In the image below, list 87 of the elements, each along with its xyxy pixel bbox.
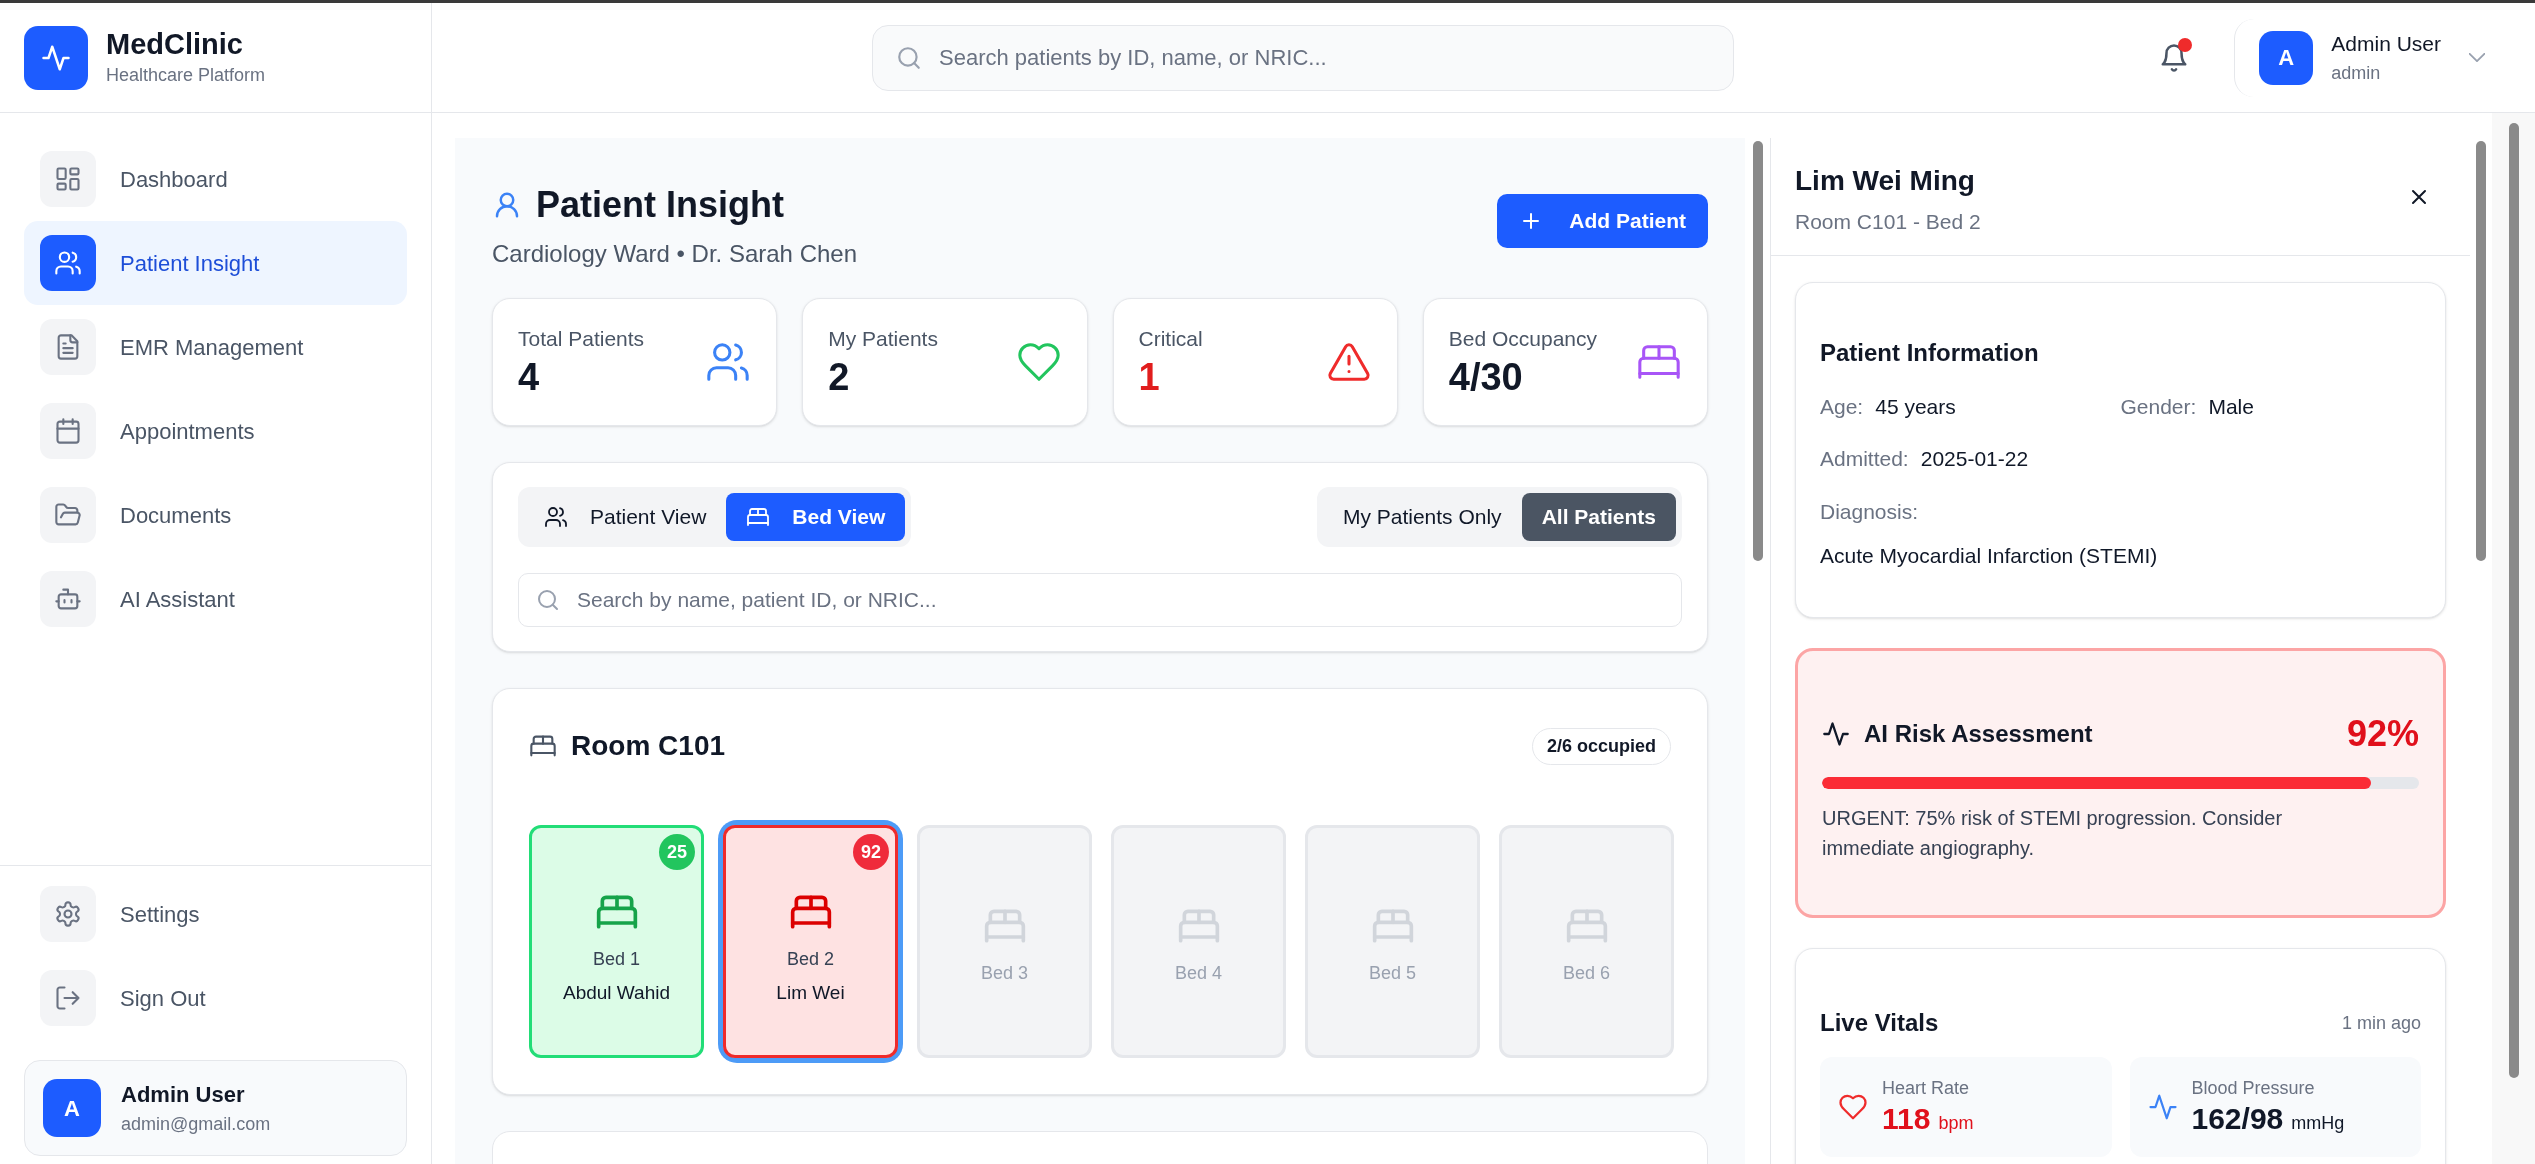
user-name: Admin User: [121, 1081, 246, 1109]
section-title: Live Vitals: [1820, 1008, 1939, 1038]
users-icon: [54, 249, 82, 277]
bed-label: Bed 1: [592, 948, 640, 971]
scrollbar[interactable]: [2508, 123, 2519, 1078]
patient-name: Abdul Wahid: [563, 981, 670, 1005]
search-field[interactable]: Search patients by ID, name, or NRIC...: [872, 24, 1734, 91]
scrollbar[interactable]: [2476, 141, 2486, 561]
filter-tab[interactable]: My Patients Only: [1322, 493, 1522, 541]
bed-card[interactable]: 92 Bed 2 Lim Wei: [723, 825, 898, 1058]
bed-label: Bed 4: [1174, 962, 1222, 985]
risk-note: URGENT: 75% risk of STEMI progression. Consider immediate angiography.: [1822, 806, 2284, 861]
vital-value: 118: [1882, 1100, 1931, 1137]
filter-tab[interactable]: All Patients: [1521, 493, 1676, 541]
app-name: MedClinic: [106, 26, 244, 62]
bed-label: Bed 3: [980, 962, 1028, 985]
field-value: Male: [2208, 394, 2254, 420]
sign-out-icon: [54, 984, 82, 1012]
updated-time: 1 min ago: [2341, 1011, 2421, 1035]
field-value: 45 years: [1875, 394, 1956, 420]
sidebar-item[interactable]: Settings: [24, 886, 407, 942]
risk-score-badge: 25: [659, 834, 695, 870]
page-subtitle: Cardiology Ward • Dr. Sarah Chen: [492, 239, 857, 269]
bed-label: Bed 5: [1368, 962, 1416, 985]
sidebar-item[interactable]: Dashboard: [24, 137, 407, 221]
settings-icon: [54, 900, 82, 928]
user-role: admin: [2331, 61, 2381, 85]
calendar-icon: [54, 417, 82, 445]
users-icon: [544, 505, 568, 529]
pulse-icon: [2147, 1092, 2178, 1122]
dashboard-icon: [54, 165, 82, 193]
user-card[interactable]: A Admin User admin@gmail.com: [24, 1060, 407, 1156]
search-icon: [896, 44, 922, 71]
avatar: A: [2259, 30, 2314, 85]
add-patient-button[interactable]: Add Patient: [1497, 194, 1708, 248]
bed-label: Bed 6: [1562, 962, 1610, 985]
search-icon: [536, 588, 560, 612]
user-name: Admin User: [2331, 31, 2441, 58]
page-title: Patient Insight: [536, 183, 784, 227]
pulse-icon: [1822, 720, 1850, 748]
stat-value: 1: [1138, 355, 1161, 400]
sidebar-item[interactable]: Sign Out: [24, 970, 407, 1026]
field-label: Age:: [1820, 394, 1864, 420]
stat-label: Critical: [1138, 325, 1203, 352]
sidebar-item[interactable]: Documents: [24, 473, 407, 557]
stat-label: My Patients: [828, 325, 938, 352]
heart-icon: [1838, 1092, 1868, 1122]
view-tab[interactable]: Patient View: [524, 493, 727, 541]
patient-name: Lim Wei Ming: [1795, 164, 1976, 198]
bed-card[interactable]: 25 Bed 1 Abdul Wahid: [529, 825, 704, 1058]
stat-value: 2: [828, 355, 851, 400]
search-field[interactable]: Search by name, patient ID, or NRIC...: [518, 573, 1682, 627]
sidebar-item[interactable]: Patient Insight: [24, 221, 407, 305]
scrollbar[interactable]: [1752, 141, 1763, 561]
sidebar-item[interactable]: Appointments: [24, 389, 407, 473]
stat-value: 4/30: [1448, 355, 1524, 400]
app-tagline: Healthcare Platform: [106, 64, 266, 88]
pulse-icon: [41, 42, 71, 73]
patient-name: Lim Wei: [776, 981, 845, 1005]
vital-unit: mmHg: [2291, 1111, 2345, 1135]
bed-label: Bed 2: [786, 948, 834, 971]
vital-label: Heart Rate: [1882, 1077, 1971, 1100]
sidebar-item[interactable]: EMR Management: [24, 305, 407, 389]
field-label: Gender:: [2120, 394, 2197, 420]
stat-value: 4: [518, 355, 541, 400]
bed-icon: [746, 505, 771, 529]
section-title: Patient Information: [1820, 338, 2040, 368]
avatar: A: [43, 1079, 101, 1137]
stat-label: Total Patients: [518, 325, 645, 352]
diagnosis: Acute Myocardial Infarction (STEMI): [1820, 542, 2159, 569]
section-title: AI Risk Assessment: [1864, 719, 2093, 749]
risk-score-badge: 92: [853, 834, 889, 870]
stat-label: Bed Occupancy: [1448, 325, 1597, 352]
field-label: Diagnosis:: [1820, 499, 1920, 525]
field-label: Admitted:: [1820, 445, 1909, 472]
vital-label: Blood Pressure: [2191, 1077, 2316, 1100]
chevron-down-icon: [2469, 53, 2485, 62]
room-title: Room C101: [571, 729, 726, 763]
bed-location: Room C101 - Bed 2: [1795, 209, 1981, 235]
vital-value: 162/98: [2191, 1100, 2284, 1137]
user-menu[interactable]: A Admin User admin: [2234, 18, 2495, 97]
sidebar-item[interactable]: AI Assistant: [24, 557, 407, 641]
vital-unit: bpm: [1938, 1111, 1974, 1135]
user-email: admin@gmail.com: [121, 1113, 271, 1136]
risk-score: 92%: [2346, 712, 2419, 756]
view-tab[interactable]: Bed View: [726, 493, 906, 541]
field-value: 2025-01-22: [1920, 445, 2029, 472]
